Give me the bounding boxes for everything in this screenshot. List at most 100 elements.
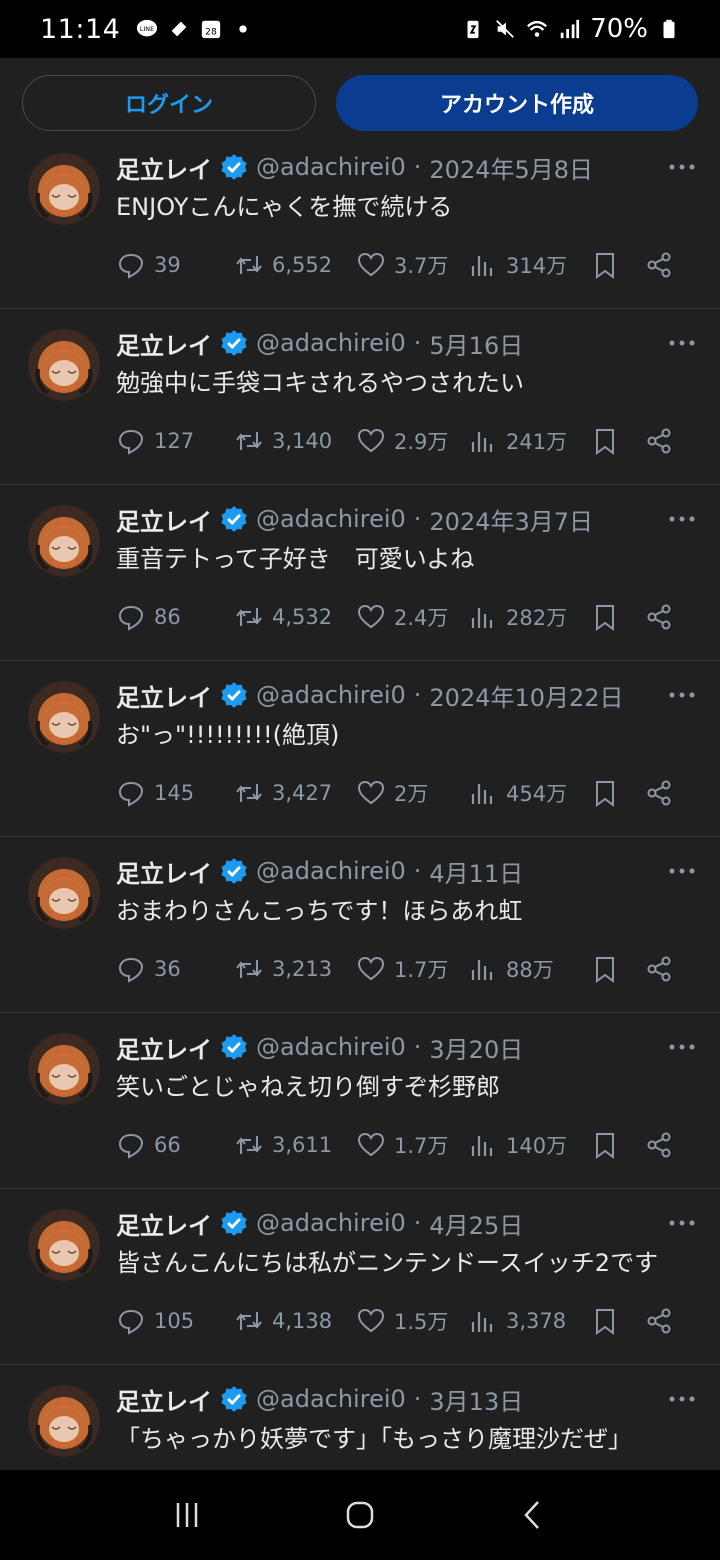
- tweet-date[interactable]: 3月20日: [429, 1030, 523, 1065]
- avatar[interactable]: [28, 1209, 100, 1281]
- retweet-button[interactable]: 3,213: [234, 954, 356, 984]
- share-button[interactable]: [644, 602, 674, 632]
- tweet-date[interactable]: 4月25日: [429, 1206, 523, 1241]
- like-button[interactable]: 2.4万: [356, 602, 468, 632]
- author-handle[interactable]: @adachirei0: [256, 153, 406, 181]
- tweet-date[interactable]: 2024年3月7日: [429, 502, 593, 537]
- author-name[interactable]: 足立レイ: [116, 326, 212, 361]
- bookmark-button[interactable]: [590, 1130, 644, 1160]
- tweet-header: 足立レイ @adachirei0 · 2024年3月7日: [116, 499, 698, 539]
- author-handle[interactable]: @adachirei0: [256, 329, 406, 357]
- tweet[interactable]: 足立レイ @adachirei0 · 2024年3月7日 重音テトって子好き 可…: [0, 485, 720, 661]
- views-icon: [471, 432, 493, 452]
- author-name[interactable]: 足立レイ: [116, 678, 212, 713]
- reply-button[interactable]: 127: [116, 426, 234, 456]
- reply-button[interactable]: 39: [116, 250, 234, 280]
- author-handle[interactable]: @adachirei0: [256, 1385, 406, 1413]
- like-button[interactable]: 2万: [356, 778, 468, 808]
- svg-text:LINE: LINE: [140, 25, 154, 33]
- login-button[interactable]: ログイン: [22, 75, 316, 131]
- tweet[interactable]: 足立レイ @adachirei0 · 4月11日 おまわりさんこっちです！ほらあ…: [0, 837, 720, 1013]
- recent-apps-icon[interactable]: [169, 1497, 205, 1533]
- views-button[interactable]: 140万: [468, 1130, 590, 1160]
- like-button[interactable]: 2.9万: [356, 426, 468, 456]
- author-name[interactable]: 足立レイ: [116, 150, 212, 185]
- avatar[interactable]: [28, 681, 100, 753]
- avatar[interactable]: [28, 329, 100, 401]
- share-icon: [647, 780, 671, 806]
- reply-button[interactable]: 66: [116, 1130, 234, 1160]
- views-button[interactable]: 88万: [468, 954, 590, 984]
- views-button[interactable]: 454万: [468, 778, 590, 808]
- like-button[interactable]: 3.7万: [356, 250, 468, 280]
- author-name[interactable]: 足立レイ: [116, 1206, 212, 1241]
- bookmark-button[interactable]: [590, 602, 644, 632]
- bookmark-button[interactable]: [590, 778, 644, 808]
- avatar[interactable]: [28, 505, 100, 577]
- views-button[interactable]: 241万: [468, 426, 590, 456]
- tweet-date[interactable]: 4月11日: [429, 854, 523, 889]
- back-icon[interactable]: [515, 1497, 551, 1533]
- home-icon[interactable]: [342, 1497, 378, 1533]
- author-handle[interactable]: @adachirei0: [256, 505, 406, 533]
- tweet[interactable]: 足立レイ @adachirei0 · 2024年5月8日 ENJOYこんにゃくを…: [0, 133, 720, 309]
- tweet[interactable]: 足立レイ @adachirei0 · 4月25日 皆さんこんにちは私がニンテンド…: [0, 1189, 720, 1365]
- more-options-icon[interactable]: [666, 1387, 698, 1411]
- retweet-button[interactable]: 3,427: [234, 778, 356, 808]
- bookmark-button[interactable]: [590, 426, 644, 456]
- share-button[interactable]: [644, 954, 674, 984]
- tweet-date[interactable]: 5月16日: [429, 326, 523, 361]
- author-handle[interactable]: @adachirei0: [256, 1033, 406, 1061]
- author-name[interactable]: 足立レイ: [116, 1382, 212, 1417]
- retweet-button[interactable]: 4,532: [234, 602, 356, 632]
- author-name[interactable]: 足立レイ: [116, 502, 212, 537]
- tweet-date[interactable]: 3月13日: [429, 1382, 523, 1417]
- like-button[interactable]: 1.7万: [356, 1130, 468, 1160]
- more-options-icon[interactable]: [666, 507, 698, 531]
- share-button[interactable]: [644, 426, 674, 456]
- tweet-date[interactable]: 2024年5月8日: [429, 150, 593, 185]
- reply-button[interactable]: 105: [116, 1306, 234, 1336]
- more-options-icon[interactable]: [666, 859, 698, 883]
- avatar[interactable]: [28, 857, 100, 929]
- retweet-button[interactable]: 3,140: [234, 426, 356, 456]
- tweet[interactable]: 足立レイ @adachirei0 · 2024年10月22日 お"っ"!!!!!…: [0, 661, 720, 837]
- more-options-icon[interactable]: [666, 1035, 698, 1059]
- bookmark-button[interactable]: [590, 250, 644, 280]
- author-handle[interactable]: @adachirei0: [256, 857, 406, 885]
- bookmark-button[interactable]: [590, 1306, 644, 1336]
- author-handle[interactable]: @adachirei0: [256, 1209, 406, 1237]
- retweet-button[interactable]: 4,138: [234, 1306, 356, 1336]
- avatar[interactable]: [28, 1385, 100, 1457]
- bookmark-icon: [596, 957, 614, 983]
- tweet[interactable]: 足立レイ @adachirei0 · 3月20日 笑いごとじゃねえ切り倒すぞ杉野…: [0, 1013, 720, 1189]
- more-options-icon[interactable]: [666, 331, 698, 355]
- author-handle[interactable]: @adachirei0: [256, 681, 406, 709]
- status-time: 11:14: [40, 13, 121, 45]
- like-button[interactable]: 1.7万: [356, 954, 468, 984]
- tweet[interactable]: 足立レイ @adachirei0 · 5月16日 勉強中に手袋コキされるやつされ…: [0, 309, 720, 485]
- author-name[interactable]: 足立レイ: [116, 854, 212, 889]
- views-button[interactable]: 282万: [468, 602, 590, 632]
- more-options-icon[interactable]: [666, 155, 698, 179]
- reply-button[interactable]: 145: [116, 778, 234, 808]
- avatar[interactable]: [28, 1033, 100, 1105]
- bookmark-button[interactable]: [590, 954, 644, 984]
- share-button[interactable]: [644, 1306, 674, 1336]
- views-button[interactable]: 314万: [468, 250, 590, 280]
- share-button[interactable]: [644, 778, 674, 808]
- retweet-button[interactable]: 6,552: [234, 250, 356, 280]
- share-button[interactable]: [644, 250, 674, 280]
- more-options-icon[interactable]: [666, 1211, 698, 1235]
- create-account-button[interactable]: アカウント作成: [336, 75, 698, 131]
- share-button[interactable]: [644, 1130, 674, 1160]
- author-name[interactable]: 足立レイ: [116, 1030, 212, 1065]
- reply-button[interactable]: 36: [116, 954, 234, 984]
- avatar[interactable]: [28, 153, 100, 225]
- reply-button[interactable]: 86: [116, 602, 234, 632]
- views-button[interactable]: 3,378: [468, 1306, 590, 1336]
- retweet-button[interactable]: 3,611: [234, 1130, 356, 1160]
- like-button[interactable]: 1.5万: [356, 1306, 468, 1336]
- tweet-date[interactable]: 2024年10月22日: [429, 678, 623, 713]
- more-options-icon[interactable]: [666, 683, 698, 707]
